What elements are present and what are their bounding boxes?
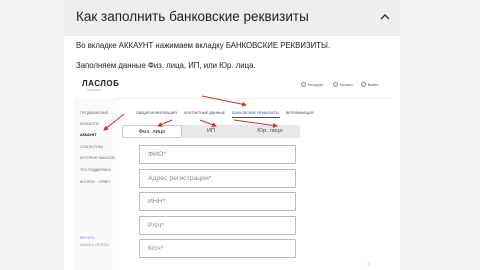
watermark: © ... <box>367 262 377 268</box>
embedded-screenshot: ЛАСЛОБ STUDIO Беларусь Михаил Выйти ПРОД… <box>74 74 392 270</box>
arrow-to-ip-tab <box>199 119 217 127</box>
arrow-to-legal-entity-tab <box>233 119 278 128</box>
instruction-paragraph-1: Во вкладке АККАУНТ нажимаем вкладку БАНК… <box>76 41 331 50</box>
arrow-to-bank-details <box>201 95 247 107</box>
arrow-to-account <box>103 113 125 131</box>
instruction-paragraph-2: Заполняем данные Физ. лица, ИП, или Юр. … <box>76 61 256 70</box>
accordion-title: Как заполнить банковские реквизиты <box>76 9 309 24</box>
annotation-arrows <box>103 95 278 131</box>
chevron-up-icon[interactable] <box>380 13 390 20</box>
arrow-to-individual-tab <box>157 119 173 127</box>
accordion-header[interactable]: Как заполнить банковские реквизиты <box>64 0 400 36</box>
